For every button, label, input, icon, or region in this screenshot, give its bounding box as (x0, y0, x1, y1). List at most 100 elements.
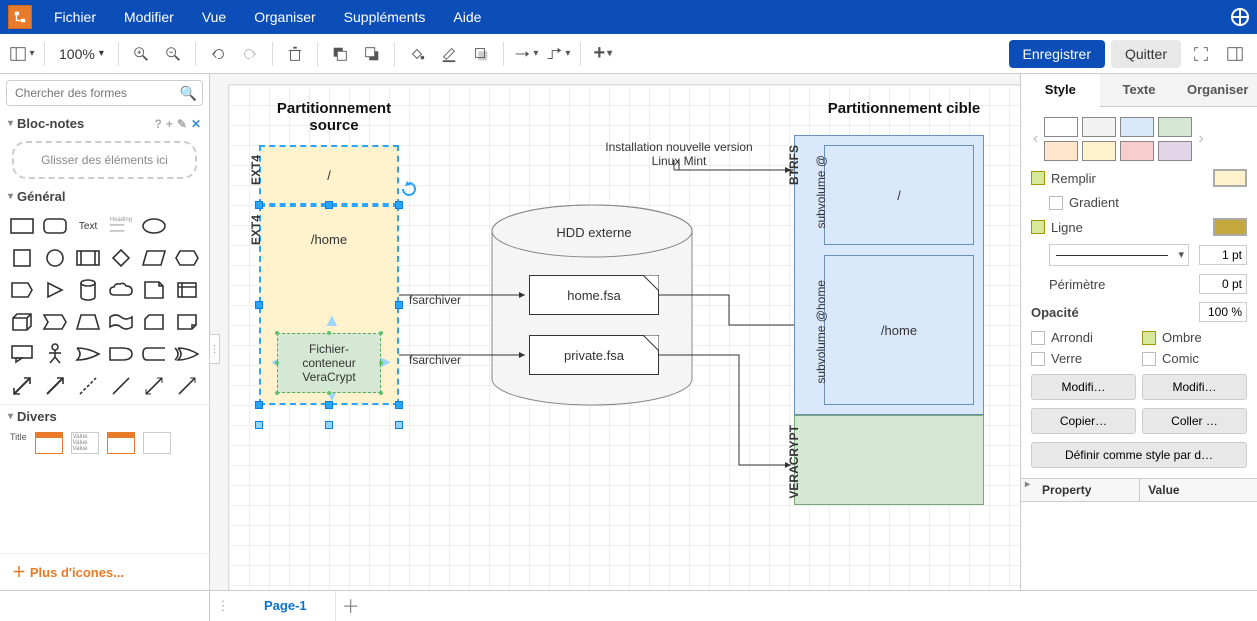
insert-button[interactable]: + (589, 40, 617, 68)
shape-tape[interactable] (107, 308, 136, 336)
misc-table-2[interactable]: ValueValueValue (71, 432, 99, 454)
swatch-prev[interactable]: ‹ (1031, 130, 1040, 148)
copy-style-button[interactable]: Copier… (1031, 408, 1136, 434)
swatch-blue[interactable] (1120, 117, 1154, 137)
shape-triangle[interactable] (41, 276, 70, 304)
page-tab-1[interactable]: Page-1 (236, 591, 336, 621)
swatch-yellow[interactable] (1082, 141, 1116, 161)
shape-trapezoid[interactable] (74, 308, 103, 336)
target-veracrypt-box[interactable] (794, 415, 984, 505)
scratchpad-header[interactable]: ▾ Bloc-notes ? + ✎ ✕ (0, 112, 209, 135)
shape-heading[interactable]: Heading━━━━━━━━ (107, 212, 136, 240)
more-shapes-link[interactable]: ＋ Plus d'icones... (0, 553, 209, 590)
redo-button[interactable] (236, 40, 264, 68)
zoom-in-button[interactable] (127, 40, 155, 68)
format-panel-button[interactable] (1221, 40, 1249, 68)
pages-menu-handle[interactable]: ⋮ (210, 591, 236, 621)
menu-help[interactable]: Aide (439, 0, 495, 34)
line-color-button[interactable] (435, 40, 463, 68)
set-default-style-button[interactable]: Définir comme style par d… (1031, 442, 1247, 468)
shape-line-dashed[interactable] (74, 372, 103, 400)
connection-button[interactable] (512, 40, 540, 68)
close-icon[interactable]: ✕ (191, 117, 201, 131)
fill-color-swatch[interactable] (1213, 169, 1247, 187)
tab-arrange[interactable]: Organiser (1178, 74, 1257, 106)
misc-title-shape[interactable]: Title (10, 432, 27, 454)
to-back-button[interactable] (358, 40, 386, 68)
search-shapes-input[interactable] (6, 80, 203, 106)
comic-check[interactable] (1142, 352, 1156, 366)
tab-text[interactable]: Texte (1100, 74, 1179, 106)
shape-actor[interactable] (41, 340, 70, 368)
swatch-grey[interactable] (1082, 117, 1116, 137)
shape-note[interactable] (172, 308, 201, 336)
menu-edit[interactable]: Modifier (110, 0, 188, 34)
drawing-paper[interactable]: Partitionnement source Partitionnement c… (228, 84, 1020, 590)
shape-arrow-thin[interactable] (172, 372, 201, 400)
shape-internal-storage[interactable] (172, 276, 201, 304)
shape-cylinder[interactable] (74, 276, 103, 304)
edit-image-button[interactable]: Modifi… (1142, 374, 1247, 400)
rounded-check[interactable] (1031, 331, 1045, 345)
zoom-display[interactable]: 100%▾ (53, 46, 110, 62)
misc-table-4[interactable] (143, 432, 171, 454)
shape-cloud[interactable] (107, 276, 136, 304)
swatch-green[interactable] (1158, 117, 1192, 137)
shape-line[interactable] (107, 372, 136, 400)
props-expand-icon[interactable]: ▸ (1021, 479, 1034, 501)
paste-style-button[interactable]: Coller … (1142, 408, 1247, 434)
shape-rect[interactable] (8, 212, 37, 240)
canvas[interactable]: ⋮ Partitionnement source Partitionnement… (210, 74, 1020, 590)
shape-arrow[interactable] (41, 372, 70, 400)
edit-icon[interactable]: ✎ (177, 117, 187, 131)
shape-diamond[interactable] (107, 244, 136, 272)
fullscreen-button[interactable] (1187, 40, 1215, 68)
shape-document[interactable] (139, 276, 168, 304)
scratchpad-drop[interactable]: Glisser des éléments ici (12, 141, 197, 179)
shape-text[interactable]: Text (74, 212, 103, 240)
line-color-swatch[interactable] (1213, 218, 1247, 236)
help-icon[interactable]: ? (155, 117, 162, 131)
shape-process[interactable] (74, 244, 103, 272)
swatch-next[interactable]: › (1196, 130, 1205, 148)
shape-and[interactable] (107, 340, 136, 368)
gradient-check[interactable] (1049, 196, 1063, 210)
target-root-box[interactable]: / (824, 145, 974, 245)
menu-arrange[interactable]: Organiser (240, 0, 329, 34)
shadow-check[interactable] (1142, 331, 1156, 345)
fill-color-button[interactable] (403, 40, 431, 68)
zoom-out-button[interactable] (159, 40, 187, 68)
line-style-select[interactable] (1049, 244, 1189, 266)
save-button[interactable]: Enregistrer (1009, 40, 1105, 68)
general-header[interactable]: ▾ Général (0, 185, 209, 208)
shape-rounded[interactable] (41, 212, 70, 240)
swatch-red[interactable] (1120, 141, 1154, 161)
add-icon[interactable]: + (166, 117, 173, 131)
shape-xor[interactable] (172, 340, 201, 368)
line-check[interactable] (1031, 220, 1045, 234)
view-mode-button[interactable] (8, 40, 36, 68)
shape-step[interactable] (41, 308, 70, 336)
shape-card[interactable] (139, 308, 168, 336)
shape-blank[interactable] (172, 212, 201, 240)
shape-callout[interactable] (8, 340, 37, 368)
shape-pentagon[interactable] (8, 276, 37, 304)
shadow-button[interactable] (467, 40, 495, 68)
target-home-box[interactable]: /home (824, 255, 974, 405)
glass-check[interactable] (1031, 352, 1045, 366)
shape-arrow-thin-bidir[interactable] (139, 372, 168, 400)
fill-check[interactable] (1031, 171, 1045, 185)
swatch-orange[interactable] (1044, 141, 1078, 161)
opacity-input[interactable] (1199, 302, 1247, 322)
tab-style[interactable]: Style (1021, 74, 1100, 107)
quit-button[interactable]: Quitter (1111, 40, 1181, 68)
menu-view[interactable]: Vue (188, 0, 240, 34)
edit-style-button[interactable]: Modifi… (1031, 374, 1136, 400)
shape-ellipse[interactable] (139, 212, 168, 240)
divers-header[interactable]: ▾ Divers (0, 404, 209, 428)
shape-parallelogram[interactable] (139, 244, 168, 272)
add-page-button[interactable]: ＋ (336, 591, 366, 621)
sidebar-collapse-handle[interactable]: ⋮ (210, 334, 220, 364)
swatch-white[interactable] (1044, 117, 1078, 137)
shape-arrow-bidir[interactable] (8, 372, 37, 400)
